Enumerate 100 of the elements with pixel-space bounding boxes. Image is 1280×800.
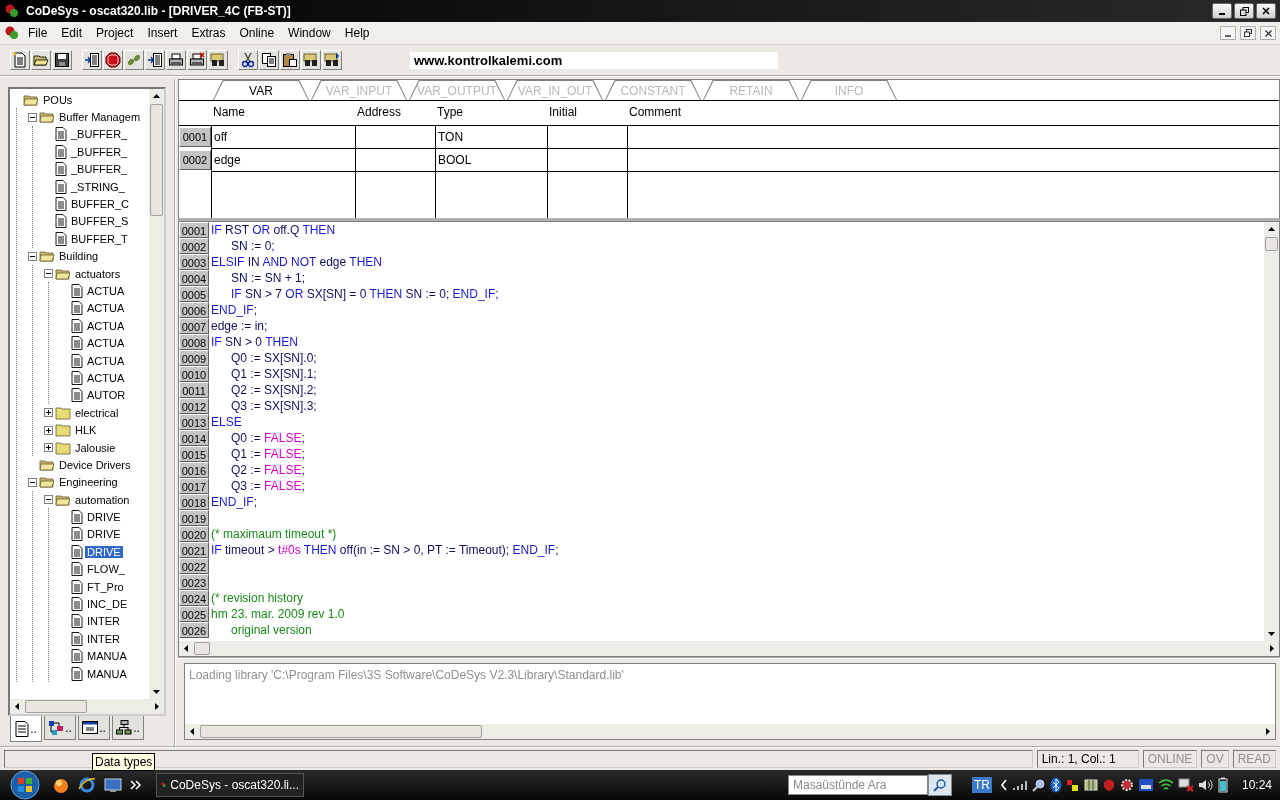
tree-item[interactable]: Engineering <box>57 476 120 489</box>
menu-item[interactable]: Insert <box>141 24 184 42</box>
more-chevron-icon[interactable] <box>130 780 142 790</box>
search-field[interactable]: Masaüstünde Ara <box>787 775 928 795</box>
collapse-toggle[interactable] <box>28 112 37 122</box>
menu-item[interactable]: Extras <box>185 24 232 42</box>
close-button[interactable] <box>1260 26 1276 40</box>
panel-tab[interactable]: .. <box>10 716 42 742</box>
close-button[interactable] <box>1256 3 1276 19</box>
search-button[interactable] <box>927 774 952 796</box>
tree-item[interactable]: ACTUA <box>85 354 127 367</box>
language-indicator[interactable]: TR <box>971 777 992 793</box>
toolbar-button[interactable] <box>322 50 342 70</box>
bluetooth-icon[interactable] <box>1049 777 1062 793</box>
vertical-scrollbar[interactable] <box>1264 222 1279 641</box>
tree-item[interactable]: Device Drivers <box>57 458 133 471</box>
horizontal-scrollbar[interactable] <box>10 699 164 714</box>
collapse-toggle[interactable] <box>44 269 53 279</box>
disconnected-network-icon[interactable] <box>1177 778 1194 792</box>
expand-toggle[interactable] <box>44 425 53 435</box>
browser-icon[interactable] <box>78 776 96 794</box>
tree-item[interactable]: actuators <box>73 267 123 280</box>
expand-toggle[interactable] <box>44 443 53 452</box>
gear-icon[interactable] <box>1119 778 1134 792</box>
wifi-icon[interactable] <box>1157 778 1174 792</box>
tree-item[interactable]: Buffer Managem <box>57 111 143 124</box>
tab[interactable]: VAR <box>213 80 309 100</box>
tree-item[interactable]: MANUA <box>85 650 129 663</box>
tree-item[interactable]: INTER <box>85 632 122 645</box>
scroll-thumb[interactable] <box>1265 237 1278 251</box>
magnifier-icon[interactable] <box>1031 778 1046 792</box>
menu-item[interactable]: Window <box>282 24 337 42</box>
media-player-icon[interactable] <box>52 776 70 794</box>
vertical-scrollbar[interactable] <box>149 89 164 699</box>
tree-item[interactable]: ACTUA <box>85 337 127 350</box>
panel-tab[interactable]: .. <box>112 716 144 740</box>
menu-item[interactable]: Online <box>233 24 281 42</box>
panel-tab[interactable]: .. <box>78 716 110 740</box>
tree-item[interactable]: BUFFER_S <box>69 215 131 228</box>
collapse-toggle[interactable] <box>28 477 37 487</box>
horizontal-scrollbar[interactable] <box>179 641 1279 656</box>
grid-tray-icon[interactable] <box>1083 778 1098 792</box>
toolbar-button[interactable] <box>259 50 279 70</box>
tree-item[interactable]: _STRING_ <box>69 180 127 193</box>
tree-item[interactable]: FT_Pro <box>85 580 126 593</box>
scroll-thumb[interactable] <box>25 700 87 713</box>
tree-item[interactable]: FLOW_ <box>85 563 127 576</box>
menu-item[interactable]: File <box>22 24 54 42</box>
tree-item[interactable]: ACTUA <box>85 319 127 332</box>
tree-item[interactable]: _BUFFER_ <box>69 163 130 176</box>
menu-item[interactable]: Edit <box>55 24 89 42</box>
tree-item[interactable]: ACTUA <box>85 371 127 384</box>
toolbar-button[interactable] <box>238 50 258 70</box>
toolbar-button[interactable] <box>280 50 300 70</box>
tree-item[interactable]: electrical <box>73 406 121 419</box>
tree-item[interactable]: Building <box>57 250 101 263</box>
expand-toggle[interactable] <box>44 408 53 418</box>
scroll-thumb[interactable] <box>150 104 163 216</box>
tree-item[interactable]: automation <box>73 493 132 506</box>
tree-item[interactable]: INTER <box>85 615 122 628</box>
tree-item[interactable]: MANUA <box>85 667 129 680</box>
tree-item[interactable]: DRIVE <box>85 511 123 524</box>
chevron-left-icon[interactable] <box>999 779 1008 791</box>
desktop-icon[interactable] <box>104 776 122 794</box>
toolbar-button[interactable] <box>166 50 186 70</box>
signal-icon[interactable] <box>1011 779 1028 791</box>
tree-item[interactable]: _BUFFER_ <box>69 128 130 141</box>
tree-item[interactable]: _BUFFER_ <box>69 145 130 158</box>
menu-item[interactable]: Help <box>338 24 376 42</box>
tree-item[interactable]: ACTUA <box>85 302 127 315</box>
toolbar-button[interactable] <box>145 50 165 70</box>
collapse-toggle[interactable] <box>44 495 53 505</box>
menu-item[interactable]: Project <box>90 24 140 42</box>
toolbar-button[interactable] <box>301 50 321 70</box>
tree-item[interactable]: INC_DE <box>85 598 130 610</box>
panel-tab[interactable]: .. <box>44 716 76 740</box>
battery-icon[interactable] <box>1217 777 1228 793</box>
collapse-toggle[interactable] <box>28 251 37 261</box>
maximize-button[interactable] <box>1234 3 1254 19</box>
horizontal-scrollbar[interactable] <box>185 724 1275 739</box>
toolbar-button[interactable] <box>82 50 102 70</box>
scroll-thumb[interactable] <box>194 642 210 655</box>
tree-item[interactable]: POUs <box>41 93 75 106</box>
tree-item[interactable]: AUTOR <box>85 389 128 402</box>
tree-item[interactable]: BUFFER_C <box>69 198 132 211</box>
taskbar-button[interactable]: CoDeSys - oscat320.li... <box>156 773 304 797</box>
tree-item[interactable]: HLK <box>73 424 99 437</box>
tree-item[interactable]: DRIVE <box>85 528 123 541</box>
tree-item[interactable]: ACTUA <box>85 285 127 297</box>
scroll-thumb[interactable] <box>200 725 482 738</box>
toolbar-button[interactable] <box>208 50 228 70</box>
tree-item[interactable]: Jalousie <box>73 441 118 454</box>
minimize-button[interactable] <box>1212 3 1232 19</box>
toolbar-button[interactable] <box>52 50 72 70</box>
toolbar-button[interactable] <box>187 50 207 70</box>
restore-button[interactable] <box>1240 26 1256 40</box>
volume-icon[interactable] <box>1197 778 1214 792</box>
tree-item[interactable]: DRIVE <box>85 545 123 558</box>
tree-item[interactable]: BUFFER_T <box>69 232 130 245</box>
toolbar-button[interactable] <box>31 50 51 70</box>
